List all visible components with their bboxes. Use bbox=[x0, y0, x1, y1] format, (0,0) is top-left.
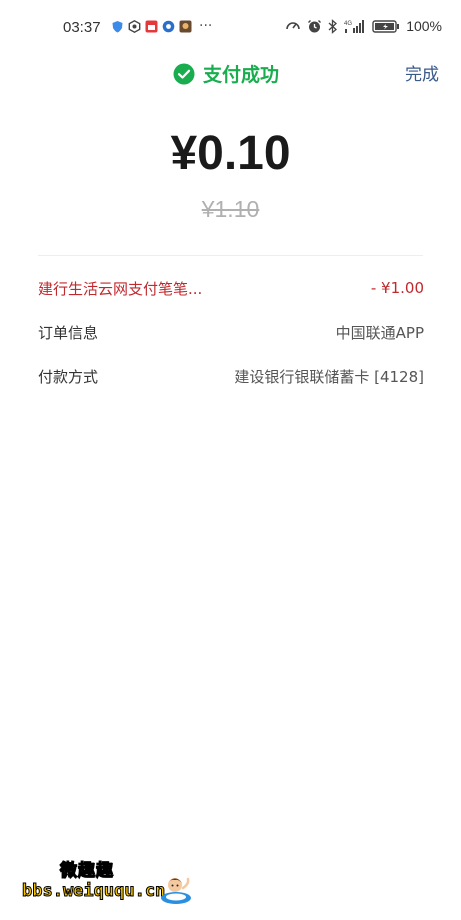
discount-row[interactable]: 建行生活云网支付笔笔... - ¥1.00 bbox=[38, 276, 424, 300]
watermark-title: 微趣趣 bbox=[59, 860, 114, 881]
divider bbox=[38, 255, 423, 256]
check-circle-icon bbox=[173, 63, 195, 84]
hexagon-app-icon bbox=[128, 20, 141, 33]
notification-icons: ··· bbox=[111, 18, 213, 34]
circle-app-icon bbox=[162, 20, 175, 33]
mascot-icon bbox=[161, 877, 191, 904]
status-bar: 03:37 ··· 4G 100% bbox=[0, 0, 461, 56]
status-indicators: 4G 100% bbox=[285, 18, 442, 34]
game-app-icon bbox=[179, 20, 192, 33]
discount-value: - ¥1.00 bbox=[370, 279, 424, 297]
signal-icon: 4G bbox=[344, 19, 365, 33]
battery-icon bbox=[372, 19, 400, 33]
shopping-app-icon bbox=[145, 20, 158, 33]
page-title: 支付成功 bbox=[203, 64, 280, 86]
order-info-value: 中国联通APP bbox=[335, 323, 424, 342]
order-info-row: 订单信息 中国联通APP bbox=[38, 320, 424, 344]
result-header: 支付成功 完成 bbox=[0, 56, 461, 92]
more-notifications-dots: ··· bbox=[199, 18, 213, 34]
battery-percentage: 100% bbox=[406, 18, 442, 34]
success-indicator: 支付成功 bbox=[173, 60, 279, 87]
original-amount: ¥1.10 bbox=[201, 196, 260, 222]
speedometer-icon bbox=[286, 22, 300, 30]
payment-method-label: 付款方式 bbox=[38, 367, 99, 386]
done-button[interactable]: 完成 bbox=[405, 60, 439, 85]
watermark-url: bbs.weiququ.cn bbox=[21, 881, 166, 902]
shield-app-icon bbox=[112, 21, 123, 33]
paid-amount: ¥0.10 bbox=[170, 127, 291, 180]
status-time: 03:37 bbox=[63, 19, 101, 36]
payment-method-row: 付款方式 建设银行银联储蓄卡 [4128] bbox=[38, 364, 424, 388]
bluetooth-icon bbox=[328, 18, 338, 34]
alarm-icon bbox=[308, 19, 322, 32]
discount-label: 建行生活云网支付笔笔... bbox=[38, 279, 203, 298]
payment-method-value: 建设银行银联储蓄卡 [4128] bbox=[234, 367, 424, 386]
order-info-label: 订单信息 bbox=[38, 323, 99, 342]
watermark: 微趣趣 bbs.weiququ.cn bbox=[20, 852, 200, 912]
svg-text:4G: 4G bbox=[344, 21, 352, 27]
